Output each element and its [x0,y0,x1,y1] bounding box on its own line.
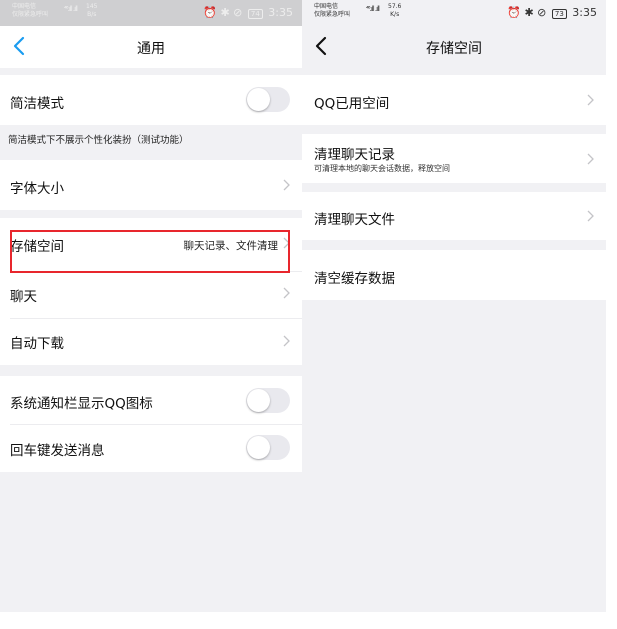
carrier-name: 中国电信 [314,3,339,10]
notification-icon-toggle[interactable] [246,388,290,413]
row-label: 聊天 [10,289,37,305]
nav-bar: 存储空间 [302,26,606,68]
row-label: 自动下载 [10,336,64,352]
row-label: 清理聊天文件 [314,212,395,228]
row-qq-used-space[interactable]: QQ已用空间 [302,75,606,125]
speed-unit: K/s [390,11,400,18]
toggle-knob [247,436,270,459]
enter-send-toggle[interactable] [246,435,290,460]
carrier-name: 中国电信 [12,3,37,10]
nav-bar: 通用 [0,26,302,68]
chevron-right-icon [283,179,290,191]
row-enter-to-send[interactable]: 回车键发送消息 [0,425,302,472]
carrier-status: 仅限紧急呼叫 [314,11,351,18]
storage-screen: 中国电信 仅限紧急呼叫 ⁴⁶.ıll .ıll 57.6 K/s ⏰ ✱ ⊘ 7… [302,0,606,612]
chevron-right-icon [587,210,594,222]
row-clear-chat-history[interactable]: 清理聊天记录 可清理本地的聊天会话数据，释放空间 [302,134,606,183]
battery-icon: 73 [551,9,567,19]
row-simple-mode[interactable]: 简洁模式 [0,75,302,125]
speed-value: 57.6 [388,3,402,10]
toggle-group: 系统通知栏显示QQ图标 回车键发送消息 [0,376,302,472]
row-clear-chat-files[interactable]: 清理聊天文件 [302,192,606,240]
general-settings-screen: 中国电信 仅限紧急呼叫 ⁴⁶.ıll .ıll 145 B/s ⏰ ✱ ⊘ 74… [0,0,302,612]
row-label: 清空缓存数据 [314,271,395,287]
storage-highlight-box [10,230,290,273]
row-auto-download[interactable]: 自动下载 [0,319,302,365]
toggle-knob [247,389,270,412]
status-bar: 中国电信 仅限紧急呼叫 ⁴⁶.ıll .ıll 57.6 K/s ⏰ ✱ ⊘ 7… [302,0,606,26]
row-clear-cache[interactable]: 清空缓存数据 [302,250,606,300]
speed-value: 145 [86,3,98,10]
chevron-right-icon [587,153,594,165]
row-label: 系统通知栏显示QQ图标 [10,396,153,412]
row-label: QQ已用空间 [314,96,390,112]
row-notification-qq-icon[interactable]: 系统通知栏显示QQ图标 [0,376,302,424]
signal-icon: ⁴⁶.ıll .ıll [366,5,380,13]
clock: 3:35 [572,6,597,19]
simple-mode-toggle[interactable] [246,87,290,112]
chevron-right-icon [283,287,290,299]
row-font-size[interactable]: 字体大小 [0,160,302,210]
chevron-right-icon [283,335,290,347]
row-label: 字体大小 [10,181,64,197]
chevron-right-icon [587,94,594,106]
clock: 3:35 [268,6,293,19]
status-right: ⏰ ✱ ⊘ 73 3:35 [507,7,597,19]
status-right: ⏰ ✱ ⊘ 74 3:35 [203,7,293,19]
page-title: 存储空间 [426,41,482,57]
row-sublabel: 可清理本地的聊天会话数据，释放空间 [314,164,450,173]
simple-mode-hint: 简洁模式下不展示个性化装扮（测试功能） [8,135,189,146]
status-bar: 中国电信 仅限紧急呼叫 ⁴⁶.ıll .ıll 145 B/s ⏰ ✱ ⊘ 74… [0,0,302,26]
row-chat[interactable]: 聊天 [0,272,302,317]
carrier-info: 中国电信 仅限紧急呼叫 [12,3,48,19]
row-label: 简洁模式 [10,96,64,112]
carrier-status: 仅限紧急呼叫 [12,11,49,18]
status-icons: ⏰ ✱ ⊘ [203,6,243,19]
battery-icon: 74 [247,9,263,19]
row-label: 清理聊天记录 [314,147,395,163]
signal-icon: ⁴⁶.ıll .ıll [64,5,78,13]
speed-unit: B/s [87,11,97,18]
network-speed: 145 B/s [86,3,97,19]
status-icons: ⏰ ✱ ⊘ [507,6,547,19]
carrier-info: 中国电信 仅限紧急呼叫 [314,3,350,19]
page-title: 通用 [137,41,165,57]
network-speed: 57.6 K/s [388,3,401,19]
toggle-knob [247,88,270,111]
screenshot-pair: 中国电信 仅限紧急呼叫 ⁴⁶.ıll .ıll 145 B/s ⏰ ✱ ⊘ 74… [0,0,617,629]
row-label: 回车键发送消息 [10,443,105,459]
